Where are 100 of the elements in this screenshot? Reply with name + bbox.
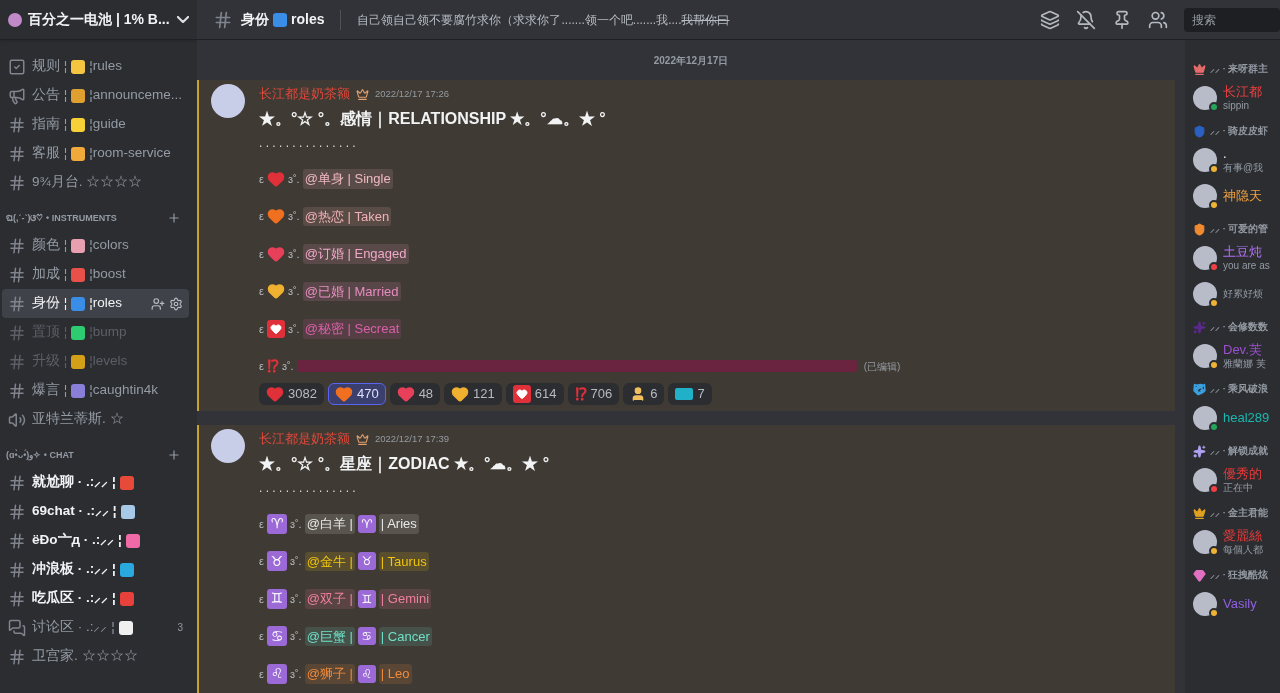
member-item[interactable]: 神隐天: [1193, 178, 1280, 214]
reaction-button[interactable]: 614: [505, 383, 564, 405]
channel-name: 卫宫家. ☆☆☆☆: [32, 647, 138, 666]
channel-item[interactable]: 卫宫家. ☆☆☆☆: [2, 642, 189, 671]
member-item[interactable]: heal289: [1193, 400, 1280, 436]
line-prefix: ε: [259, 171, 264, 187]
reaction-button[interactable]: 121: [444, 383, 502, 405]
role-mention[interactable]: @热恋 | Taken: [302, 206, 392, 226]
timestamp: 2022/12/17 17:26: [375, 86, 449, 101]
channel-item[interactable]: 指南 ¦ ¦guide: [2, 110, 189, 139]
member-status: 正在中: [1223, 481, 1254, 495]
member-item[interactable]: . 有事@我: [1193, 142, 1280, 178]
channel-slug: ¦roles: [89, 294, 123, 313]
member-item[interactable]: Vasily: [1193, 586, 1280, 622]
channel-item[interactable]: 就尬聊 · .:⸝⸝ ¦: [2, 468, 189, 497]
member-item[interactable]: Dev.芙 雅蘭娜 芙: [1193, 338, 1280, 374]
channel-name: 加成 ¦: [32, 265, 68, 284]
zodiac-icon: ♋: [357, 627, 376, 646]
member-item[interactable]: 土豆炖 you are as: [1193, 240, 1280, 276]
role-mention[interactable]: @已婚 | Married: [302, 281, 401, 301]
role-mention[interactable]: | Aries: [378, 514, 419, 534]
pin-icon[interactable]: [1112, 9, 1132, 30]
channel-item[interactable]: ëĐo亠д · .:⸝⸝ ¦: [2, 526, 189, 555]
channel-item[interactable]: 客服 ¦ ¦room-service: [2, 139, 189, 168]
channel-name: 颜色 ¦: [32, 236, 68, 255]
member-item[interactable]: 好累好烦: [1193, 276, 1280, 312]
hash-icon: [213, 9, 233, 30]
hash-icon: [8, 115, 26, 134]
role-mention[interactable]: @狮子 |: [304, 664, 355, 684]
member-item[interactable]: 长江都 sippin: [1193, 80, 1280, 116]
threads-icon[interactable]: [1040, 9, 1060, 30]
channel-item[interactable]: 亚特兰蒂斯. ☆: [2, 405, 189, 434]
add-member-icon[interactable]: [151, 296, 165, 311]
edited-label: (已编辑): [863, 359, 901, 374]
channel-item[interactable]: 爆言 ¦ ¦caughtin4k: [2, 376, 189, 405]
category-label[interactable]: ଘ(,ˊ-ˋ)ଓ♡ • INSTRUMENTS: [6, 211, 117, 225]
role-mention[interactable]: @巨蟹 |: [304, 626, 355, 646]
role-mention[interactable]: @金牛 |: [304, 551, 355, 571]
message-title: ★。°☆ °。星座｜ZODIAC ★。°☁。★ °: [259, 454, 550, 476]
channel-item[interactable]: 加成 ¦ ¦boost: [2, 260, 189, 289]
megaphone-icon: [8, 86, 26, 105]
reaction-button[interactable]: 7: [668, 383, 712, 405]
role-mention[interactable]: | Taurus: [378, 551, 429, 571]
plus-icon[interactable]: [167, 448, 181, 462]
channel-item[interactable]: 颜色 ¦ ¦colors: [2, 231, 189, 260]
plus-icon[interactable]: [167, 211, 181, 225]
role-group-title: ⸝⸝ · 金主君能: [1210, 505, 1269, 520]
reaction-button[interactable]: 48: [389, 383, 441, 405]
channel-item[interactable]: 公告 ¦ ¦announceme...: [2, 81, 189, 110]
channel-item[interactable]: 69chat · .:⸝⸝ ¦: [2, 497, 189, 526]
reaction-button[interactable]: 6: [623, 383, 665, 405]
channel-slug: roles: [291, 10, 325, 29]
channel-slug: ¦boost: [89, 265, 126, 284]
channel-slug: ¦colors: [89, 236, 129, 255]
hash-icon: [8, 323, 26, 342]
role-mention[interactable]: @白羊 |: [304, 514, 355, 534]
member-status: 好累好烦: [1223, 287, 1263, 301]
role-mention[interactable]: @订婚 | Engaged: [302, 244, 409, 264]
author-name[interactable]: 长江都是奶茶额: [259, 84, 350, 104]
bell-off-icon[interactable]: [1076, 9, 1096, 30]
reaction-button[interactable]: 3082: [259, 383, 324, 405]
member-name: 優秀的: [1223, 465, 1262, 482]
line-prefix: ε: [259, 209, 264, 224]
channel-item[interactable]: 讨论区 · .:⸝⸝ ¦ 3: [2, 613, 189, 642]
channel-topic: 自己领自己领不要腐竹求你（求求你了.......领一个吧.......我....我帮你曰: [357, 11, 730, 29]
channel-slug: ¦guide: [89, 115, 126, 134]
channel-name: 吃瓜区 · .:⸝⸝ ¦: [32, 589, 116, 608]
server-icon: [8, 12, 22, 27]
channel-item[interactable]: 冲浪板 · .:⸝⸝ ¦: [2, 555, 189, 584]
zodiac-icon: ♈: [266, 513, 287, 534]
line-suffix: ɜ˚.: [281, 359, 294, 374]
reaction-button[interactable]: ⁉ 706: [567, 383, 620, 405]
role-mention[interactable]: @单身 | Single: [302, 169, 393, 189]
channel-item[interactable]: 规则 ¦ ¦rules: [2, 52, 189, 81]
channel-item[interactable]: 身份 ¦ ¦roles: [2, 289, 189, 318]
line-suffix: ɜ˚.: [289, 516, 302, 532]
members-icon[interactable]: [1148, 9, 1168, 30]
line-suffix: ɜ˚.: [287, 209, 300, 224]
server-header[interactable]: 百分之一电池 | 1% B...: [0, 0, 197, 40]
reaction-button[interactable]: 470: [327, 383, 386, 405]
hash-icon: [8, 352, 26, 371]
line-prefix: ε: [259, 321, 264, 337]
member-item[interactable]: 優秀的 正在中: [1193, 462, 1280, 498]
line-prefix: ε: [259, 629, 264, 644]
server-name: 百分之一电池 | 1% B...: [28, 10, 170, 29]
channel-item[interactable]: 吃瓜区 · .:⸝⸝ ¦: [2, 584, 189, 613]
author-name[interactable]: 长江都是奶茶额: [259, 429, 350, 449]
member-item[interactable]: 愛麗絲 每個人都: [1193, 524, 1280, 560]
role-mention[interactable]: | Leo: [378, 664, 412, 684]
role-mention[interactable]: | Gemini: [378, 589, 432, 609]
line-suffix: ɜ˚.: [287, 246, 300, 262]
role-mention[interactable]: @双子 |: [304, 589, 355, 609]
category-label[interactable]: (ɑ•̀ᴗ•́)و✧ • CHAT: [6, 448, 74, 462]
channel-name: 讨论区 · .:⸝⸝ ¦: [32, 618, 115, 637]
search-field[interactable]: 搜索: [1184, 7, 1280, 32]
role-mention[interactable]: | Cancer: [378, 626, 432, 646]
member-status: you are as: [1223, 259, 1270, 273]
settings-icon[interactable]: [169, 296, 183, 311]
channel-item[interactable]: 9¾月台. ☆☆☆☆: [2, 168, 189, 197]
role-mention[interactable]: @秘密 | Secreat: [302, 319, 402, 339]
